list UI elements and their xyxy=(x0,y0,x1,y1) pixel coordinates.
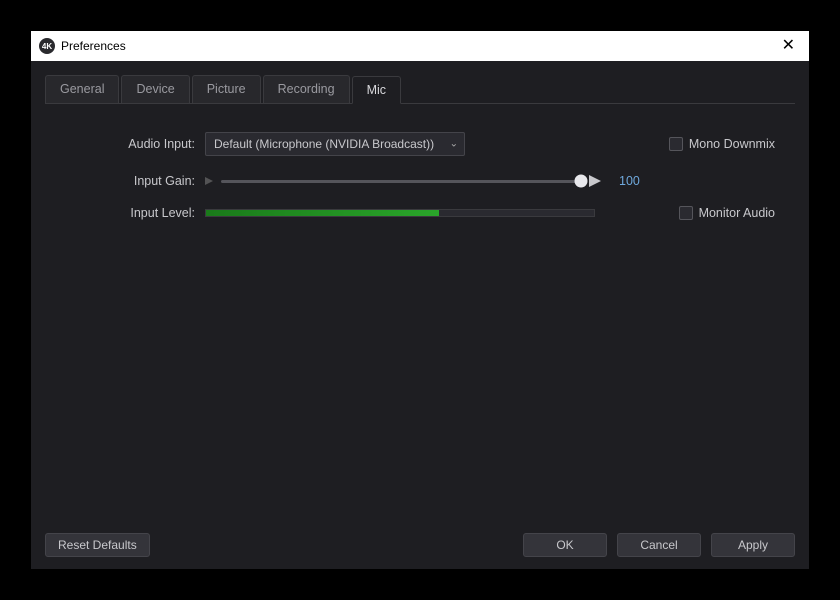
cancel-button[interactable]: Cancel xyxy=(617,533,701,557)
input-gain-value: 100 xyxy=(619,174,640,188)
preferences-window: 4K Preferences ✕ General Device Picture … xyxy=(30,30,810,570)
slider-thumb[interactable] xyxy=(575,175,588,188)
tab-bar: General Device Picture Recording Mic xyxy=(45,75,795,104)
tab-device[interactable]: Device xyxy=(121,75,189,103)
footer: Reset Defaults OK Cancel Apply xyxy=(31,523,809,569)
volume-low-icon xyxy=(205,177,213,185)
input-gain-label: Input Gain: xyxy=(65,174,195,188)
chevron-down-icon: ⌄ xyxy=(450,139,458,150)
monitor-audio-checkbox[interactable]: Monitor Audio xyxy=(679,206,775,220)
tab-recording[interactable]: Recording xyxy=(263,75,350,103)
input-level-meter xyxy=(205,209,595,217)
input-level-row: Input Level: Monitor Audio xyxy=(65,206,775,220)
titlebar: 4K Preferences ✕ xyxy=(31,31,809,61)
body: General Device Picture Recording Mic Aud… xyxy=(31,61,809,523)
reset-defaults-button[interactable]: Reset Defaults xyxy=(45,533,150,557)
input-gain-slider[interactable] xyxy=(221,180,581,183)
close-icon[interactable]: ✕ xyxy=(776,38,801,54)
audio-input-select[interactable]: Default (Microphone (NVIDIA Broadcast)) … xyxy=(205,132,465,156)
app-icon: 4K xyxy=(39,38,55,54)
input-gain-row: Input Gain: 100 xyxy=(65,174,775,188)
tab-general[interactable]: General xyxy=(45,75,119,103)
window-title: Preferences xyxy=(61,39,770,53)
input-level-label: Input Level: xyxy=(65,206,195,220)
audio-input-row: Audio Input: Default (Microphone (NVIDIA… xyxy=(65,132,775,156)
audio-input-label: Audio Input: xyxy=(65,137,195,151)
audio-input-value: Default (Microphone (NVIDIA Broadcast)) xyxy=(214,137,434,151)
input-level-fill xyxy=(206,210,439,216)
ok-button[interactable]: OK xyxy=(523,533,607,557)
tab-mic[interactable]: Mic xyxy=(352,76,401,104)
checkbox-icon xyxy=(669,137,683,151)
mic-panel: Audio Input: Default (Microphone (NVIDIA… xyxy=(45,104,795,513)
tab-picture[interactable]: Picture xyxy=(192,75,261,103)
mono-downmix-checkbox[interactable]: Mono Downmix xyxy=(669,137,775,151)
checkbox-icon xyxy=(679,206,693,220)
apply-button[interactable]: Apply xyxy=(711,533,795,557)
input-gain-slider-wrap xyxy=(205,175,601,187)
volume-high-icon xyxy=(589,175,601,187)
monitor-audio-label: Monitor Audio xyxy=(699,206,775,220)
mono-downmix-label: Mono Downmix xyxy=(689,137,775,151)
